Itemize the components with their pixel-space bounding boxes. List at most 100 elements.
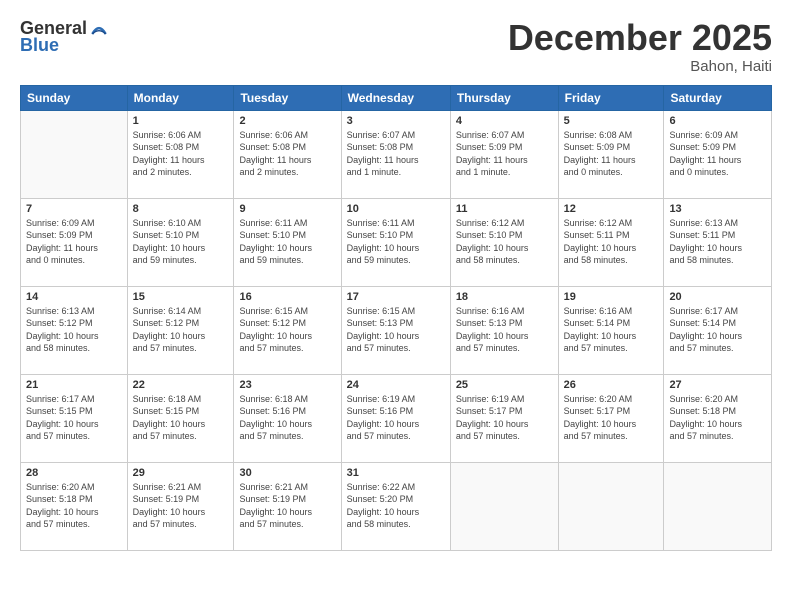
day-number: 6	[669, 115, 766, 127]
day-info: Sunrise: 6:17 AMSunset: 5:14 PMDaylight:…	[669, 305, 766, 355]
col-friday: Friday	[558, 85, 664, 110]
calendar-cell: 16 Sunrise: 6:15 AMSunset: 5:12 PMDayligh…	[234, 286, 341, 374]
day-info: Sunrise: 6:11 AMSunset: 5:10 PMDaylight:…	[239, 217, 335, 267]
calendar-cell	[664, 462, 772, 550]
day-number: 16	[239, 291, 335, 303]
calendar-cell: 14 Sunrise: 6:13 AMSunset: 5:12 PMDayligh…	[21, 286, 128, 374]
calendar-cell: 8 Sunrise: 6:10 AMSunset: 5:10 PMDaylight…	[127, 198, 234, 286]
col-tuesday: Tuesday	[234, 85, 341, 110]
calendar-cell: 26Sunrise: 6:20 AMSunset: 5:17 PMDayligh…	[558, 374, 664, 462]
calendar-cell: 11 Sunrise: 6:12 AMSunset: 5:10 PMDayligh…	[450, 198, 558, 286]
logo-icon	[89, 19, 109, 39]
calendar-cell: 12 Sunrise: 6:12 AMSunset: 5:11 PMDayligh…	[558, 198, 664, 286]
day-info: Sunrise: 6:21 AMSunset: 5:19 PMDaylight:…	[239, 481, 335, 531]
calendar-cell: 19 Sunrise: 6:16 AMSunset: 5:14 PMDayligh…	[558, 286, 664, 374]
day-number: 22	[133, 379, 229, 391]
col-sunday: Sunday	[21, 85, 128, 110]
calendar-cell: 13Sunrise: 6:13 AMSunset: 5:11 PMDayligh…	[664, 198, 772, 286]
calendar-week-1: 7 Sunrise: 6:09 AMSunset: 5:09 PMDaylight…	[21, 198, 772, 286]
calendar-cell: 25Sunrise: 6:19 AMSunset: 5:17 PMDayligh…	[450, 374, 558, 462]
calendar-cell: 22 Sunrise: 6:18 AMSunset: 5:15 PMDayligh…	[127, 374, 234, 462]
day-number: 11	[456, 203, 553, 215]
day-info: Sunrise: 6:16 AMSunset: 5:13 PMDaylight:…	[456, 305, 553, 355]
calendar-cell	[21, 110, 128, 198]
day-number: 4	[456, 115, 553, 127]
calendar-week-2: 14 Sunrise: 6:13 AMSunset: 5:12 PMDayligh…	[21, 286, 772, 374]
day-number: 1	[133, 115, 229, 127]
calendar-cell: 2Sunrise: 6:06 AMSunset: 5:08 PMDaylight…	[234, 110, 341, 198]
day-info: Sunrise: 6:12 AMSunset: 5:11 PMDaylight:…	[564, 217, 659, 267]
day-info: Sunrise: 6:10 AMSunset: 5:10 PMDaylight:…	[133, 217, 229, 267]
day-number: 21	[26, 379, 122, 391]
day-info: Sunrise: 6:22 AMSunset: 5:20 PMDaylight:…	[347, 481, 445, 531]
day-info: Sunrise: 6:21 AMSunset: 5:19 PMDaylight:…	[133, 481, 229, 531]
calendar-cell: 31 Sunrise: 6:22 AMSunset: 5:20 PMDayligh…	[341, 462, 450, 550]
day-number: 15	[133, 291, 229, 303]
col-saturday: Saturday	[664, 85, 772, 110]
calendar-cell	[558, 462, 664, 550]
day-info: Sunrise: 6:15 AMSunset: 5:13 PMDaylight:…	[347, 305, 445, 355]
title-block: December 2025 Bahon, Haiti	[508, 18, 772, 75]
day-number: 9	[239, 203, 335, 215]
day-number: 23	[239, 379, 335, 391]
day-number: 10	[347, 203, 445, 215]
day-info: Sunrise: 6:18 AMSunset: 5:16 PMDaylight:…	[239, 393, 335, 443]
day-number: 12	[564, 203, 659, 215]
col-thursday: Thursday	[450, 85, 558, 110]
calendar-week-4: 28Sunrise: 6:20 AMSunset: 5:18 PMDayligh…	[21, 462, 772, 550]
day-info: Sunrise: 6:17 AMSunset: 5:15 PMDaylight:…	[26, 393, 122, 443]
calendar-cell: 27 Sunrise: 6:20 AMSunset: 5:18 PMDayligh…	[664, 374, 772, 462]
calendar-cell: 21 Sunrise: 6:17 AMSunset: 5:15 PMDayligh…	[21, 374, 128, 462]
calendar-cell: 10 Sunrise: 6:11 AMSunset: 5:10 PMDayligh…	[341, 198, 450, 286]
calendar-week-0: 1 Sunrise: 6:06 AMSunset: 5:08 PMDaylight…	[21, 110, 772, 198]
day-number: 17	[347, 291, 445, 303]
logo: General Blue	[20, 18, 109, 56]
day-number: 27	[669, 379, 766, 391]
calendar-cell	[450, 462, 558, 550]
calendar-cell: 6Sunrise: 6:09 AMSunset: 5:09 PMDaylight…	[664, 110, 772, 198]
day-info: Sunrise: 6:12 AMSunset: 5:10 PMDaylight:…	[456, 217, 553, 267]
location: Bahon, Haiti	[508, 58, 772, 75]
day-info: Sunrise: 6:18 AMSunset: 5:15 PMDaylight:…	[133, 393, 229, 443]
day-number: 18	[456, 291, 553, 303]
day-number: 3	[347, 115, 445, 127]
month-title: December 2025	[508, 18, 772, 58]
day-number: 14	[26, 291, 122, 303]
calendar-cell: 4Sunrise: 6:07 AMSunset: 5:09 PMDaylight…	[450, 110, 558, 198]
day-number: 7	[26, 203, 122, 215]
day-number: 2	[239, 115, 335, 127]
calendar-cell: 7 Sunrise: 6:09 AMSunset: 5:09 PMDaylight…	[21, 198, 128, 286]
calendar-cell: 28Sunrise: 6:20 AMSunset: 5:18 PMDayligh…	[21, 462, 128, 550]
day-number: 13	[669, 203, 766, 215]
col-wednesday: Wednesday	[341, 85, 450, 110]
calendar-cell: 29Sunrise: 6:21 AMSunset: 5:19 PMDayligh…	[127, 462, 234, 550]
calendar-cell: 5Sunrise: 6:08 AMSunset: 5:09 PMDaylight…	[558, 110, 664, 198]
calendar-cell: 15Sunrise: 6:14 AMSunset: 5:12 PMDayligh…	[127, 286, 234, 374]
logo-blue: Blue	[20, 35, 59, 56]
day-info: Sunrise: 6:07 AMSunset: 5:08 PMDaylight:…	[347, 129, 445, 179]
calendar-cell: 24 Sunrise: 6:19 AMSunset: 5:16 PMDayligh…	[341, 374, 450, 462]
col-monday: Monday	[127, 85, 234, 110]
day-info: Sunrise: 6:06 AMSunset: 5:08 PMDaylight:…	[133, 129, 229, 179]
day-number: 26	[564, 379, 659, 391]
day-info: Sunrise: 6:15 AMSunset: 5:12 PMDaylight:…	[239, 305, 335, 355]
day-number: 31	[347, 467, 445, 479]
day-info: Sunrise: 6:11 AMSunset: 5:10 PMDaylight:…	[347, 217, 445, 267]
calendar-week-3: 21 Sunrise: 6:17 AMSunset: 5:15 PMDayligh…	[21, 374, 772, 462]
day-info: Sunrise: 6:09 AMSunset: 5:09 PMDaylight:…	[26, 217, 122, 267]
day-info: Sunrise: 6:20 AMSunset: 5:18 PMDaylight:…	[669, 393, 766, 443]
day-number: 8	[133, 203, 229, 215]
day-info: Sunrise: 6:19 AMSunset: 5:16 PMDaylight:…	[347, 393, 445, 443]
calendar-cell: 20Sunrise: 6:17 AMSunset: 5:14 PMDayligh…	[664, 286, 772, 374]
calendar-cell: 3 Sunrise: 6:07 AMSunset: 5:08 PMDaylight…	[341, 110, 450, 198]
day-info: Sunrise: 6:13 AMSunset: 5:12 PMDaylight:…	[26, 305, 122, 355]
calendar-cell: 30Sunrise: 6:21 AMSunset: 5:19 PMDayligh…	[234, 462, 341, 550]
calendar-header-row: Sunday Monday Tuesday Wednesday Thursday…	[21, 85, 772, 110]
day-number: 24	[347, 379, 445, 391]
day-number: 19	[564, 291, 659, 303]
day-info: Sunrise: 6:16 AMSunset: 5:14 PMDaylight:…	[564, 305, 659, 355]
calendar-cell: 17 Sunrise: 6:15 AMSunset: 5:13 PMDayligh…	[341, 286, 450, 374]
header: General Blue December 2025 Bahon, Haiti	[20, 18, 772, 75]
page: General Blue December 2025 Bahon, Haiti …	[0, 0, 792, 561]
day-info: Sunrise: 6:19 AMSunset: 5:17 PMDaylight:…	[456, 393, 553, 443]
